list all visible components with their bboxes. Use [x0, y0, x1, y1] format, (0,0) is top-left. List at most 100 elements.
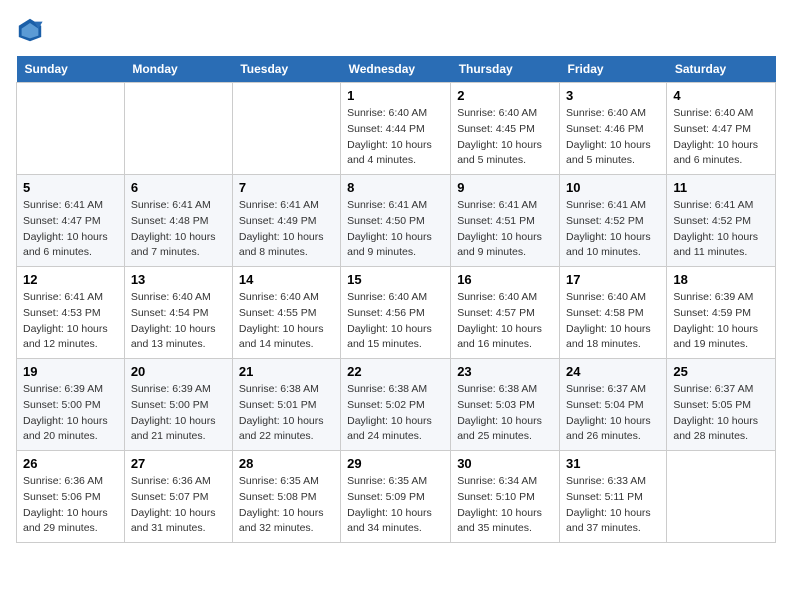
day-number: 2 [457, 88, 553, 103]
day-number: 16 [457, 272, 553, 287]
weekday-header: Friday [560, 56, 667, 83]
calendar-week-row: 26 Sunrise: 6:36 AM Sunset: 5:06 PM Dayli… [17, 451, 776, 543]
day-number: 20 [131, 364, 226, 379]
calendar-cell: 15 Sunrise: 6:40 AM Sunset: 4:56 PM Dayli… [341, 267, 451, 359]
day-info: Sunrise: 6:39 AM Sunset: 5:00 PM Dayligh… [131, 382, 226, 445]
day-number: 22 [347, 364, 444, 379]
day-number: 13 [131, 272, 226, 287]
weekday-header: Tuesday [232, 56, 340, 83]
day-number: 31 [566, 456, 660, 471]
calendar-cell: 6 Sunrise: 6:41 AM Sunset: 4:48 PM Daylig… [124, 175, 232, 267]
day-number: 9 [457, 180, 553, 195]
day-number: 12 [23, 272, 118, 287]
day-info: Sunrise: 6:41 AM Sunset: 4:51 PM Dayligh… [457, 198, 553, 261]
calendar-cell: 23 Sunrise: 6:38 AM Sunset: 5:03 PM Dayli… [451, 359, 560, 451]
day-number: 19 [23, 364, 118, 379]
day-info: Sunrise: 6:41 AM Sunset: 4:53 PM Dayligh… [23, 290, 118, 353]
day-info: Sunrise: 6:35 AM Sunset: 5:09 PM Dayligh… [347, 474, 444, 537]
day-number: 5 [23, 180, 118, 195]
day-info: Sunrise: 6:36 AM Sunset: 5:06 PM Dayligh… [23, 474, 118, 537]
calendar-cell: 1Sunrise: 6:40 AM Sunset: 4:44 PM Daylig… [341, 83, 451, 175]
calendar-cell: 8 Sunrise: 6:41 AM Sunset: 4:50 PM Daylig… [341, 175, 451, 267]
weekday-header: Thursday [451, 56, 560, 83]
calendar-cell [17, 83, 125, 175]
day-number: 7 [239, 180, 334, 195]
day-number: 17 [566, 272, 660, 287]
calendar-cell: 18 Sunrise: 6:39 AM Sunset: 4:59 PM Dayli… [667, 267, 776, 359]
calendar-cell: 31Sunrise: 6:33 AM Sunset: 5:11 PM Dayli… [560, 451, 667, 543]
calendar-cell: 5Sunrise: 6:41 AM Sunset: 4:47 PM Daylig… [17, 175, 125, 267]
calendar-week-row: 12 Sunrise: 6:41 AM Sunset: 4:53 PM Dayli… [17, 267, 776, 359]
day-number: 6 [131, 180, 226, 195]
day-number: 30 [457, 456, 553, 471]
day-number: 25 [673, 364, 769, 379]
calendar-cell: 24Sunrise: 6:37 AM Sunset: 5:04 PM Dayli… [560, 359, 667, 451]
weekday-header-row: SundayMondayTuesdayWednesdayThursdayFrid… [17, 56, 776, 83]
calendar-week-row: 19 Sunrise: 6:39 AM Sunset: 5:00 PM Dayli… [17, 359, 776, 451]
calendar-cell: 11 Sunrise: 6:41 AM Sunset: 4:52 PM Dayli… [667, 175, 776, 267]
day-number: 28 [239, 456, 334, 471]
weekday-header: Monday [124, 56, 232, 83]
day-info: Sunrise: 6:37 AM Sunset: 5:04 PM Dayligh… [566, 382, 660, 445]
calendar-cell: 17Sunrise: 6:40 AM Sunset: 4:58 PM Dayli… [560, 267, 667, 359]
calendar-table: SundayMondayTuesdayWednesdayThursdayFrid… [16, 56, 776, 543]
day-info: Sunrise: 6:40 AM Sunset: 4:55 PM Dayligh… [239, 290, 334, 353]
day-info: Sunrise: 6:41 AM Sunset: 4:50 PM Dayligh… [347, 198, 444, 261]
calendar-cell: 22 Sunrise: 6:38 AM Sunset: 5:02 PM Dayli… [341, 359, 451, 451]
day-info: Sunrise: 6:40 AM Sunset: 4:54 PM Dayligh… [131, 290, 226, 353]
calendar-cell: 7 Sunrise: 6:41 AM Sunset: 4:49 PM Daylig… [232, 175, 340, 267]
day-info: Sunrise: 6:38 AM Sunset: 5:03 PM Dayligh… [457, 382, 553, 445]
day-number: 23 [457, 364, 553, 379]
calendar-cell [124, 83, 232, 175]
day-number: 10 [566, 180, 660, 195]
calendar-cell: 26 Sunrise: 6:36 AM Sunset: 5:06 PM Dayli… [17, 451, 125, 543]
day-info: Sunrise: 6:34 AM Sunset: 5:10 PM Dayligh… [457, 474, 553, 537]
day-info: Sunrise: 6:41 AM Sunset: 4:49 PM Dayligh… [239, 198, 334, 261]
day-info: Sunrise: 6:41 AM Sunset: 4:48 PM Dayligh… [131, 198, 226, 261]
day-number: 15 [347, 272, 444, 287]
day-number: 8 [347, 180, 444, 195]
day-number: 26 [23, 456, 118, 471]
day-info: Sunrise: 6:35 AM Sunset: 5:08 PM Dayligh… [239, 474, 334, 537]
day-number: 29 [347, 456, 444, 471]
day-info: Sunrise: 6:40 AM Sunset: 4:44 PM Dayligh… [347, 106, 444, 169]
day-number: 18 [673, 272, 769, 287]
day-info: Sunrise: 6:37 AM Sunset: 5:05 PM Dayligh… [673, 382, 769, 445]
day-number: 21 [239, 364, 334, 379]
day-info: Sunrise: 6:40 AM Sunset: 4:47 PM Dayligh… [673, 106, 769, 169]
day-info: Sunrise: 6:40 AM Sunset: 4:45 PM Dayligh… [457, 106, 553, 169]
day-info: Sunrise: 6:36 AM Sunset: 5:07 PM Dayligh… [131, 474, 226, 537]
day-info: Sunrise: 6:39 AM Sunset: 4:59 PM Dayligh… [673, 290, 769, 353]
calendar-week-row: 5Sunrise: 6:41 AM Sunset: 4:47 PM Daylig… [17, 175, 776, 267]
day-info: Sunrise: 6:40 AM Sunset: 4:57 PM Dayligh… [457, 290, 553, 353]
day-number: 3 [566, 88, 660, 103]
calendar-cell: 10 Sunrise: 6:41 AM Sunset: 4:52 PM Dayli… [560, 175, 667, 267]
calendar-cell: 13 Sunrise: 6:40 AM Sunset: 4:54 PM Dayli… [124, 267, 232, 359]
calendar-cell: 25 Sunrise: 6:37 AM Sunset: 5:05 PM Dayli… [667, 359, 776, 451]
logo [16, 16, 48, 44]
calendar-cell: 28 Sunrise: 6:35 AM Sunset: 5:08 PM Dayli… [232, 451, 340, 543]
calendar-cell: 4Sunrise: 6:40 AM Sunset: 4:47 PM Daylig… [667, 83, 776, 175]
day-info: Sunrise: 6:41 AM Sunset: 4:52 PM Dayligh… [673, 198, 769, 261]
page-header [16, 16, 776, 44]
day-info: Sunrise: 6:40 AM Sunset: 4:56 PM Dayligh… [347, 290, 444, 353]
calendar-cell: 19Sunrise: 6:39 AM Sunset: 5:00 PM Dayli… [17, 359, 125, 451]
day-number: 11 [673, 180, 769, 195]
calendar-week-row: 1Sunrise: 6:40 AM Sunset: 4:44 PM Daylig… [17, 83, 776, 175]
weekday-header: Sunday [17, 56, 125, 83]
logo-icon [16, 16, 44, 44]
calendar-cell: 27Sunrise: 6:36 AM Sunset: 5:07 PM Dayli… [124, 451, 232, 543]
calendar-cell [667, 451, 776, 543]
calendar-cell: 30 Sunrise: 6:34 AM Sunset: 5:10 PM Dayli… [451, 451, 560, 543]
calendar-cell: 21 Sunrise: 6:38 AM Sunset: 5:01 PM Dayli… [232, 359, 340, 451]
calendar-cell: 12 Sunrise: 6:41 AM Sunset: 4:53 PM Dayli… [17, 267, 125, 359]
weekday-header: Saturday [667, 56, 776, 83]
day-number: 14 [239, 272, 334, 287]
day-info: Sunrise: 6:38 AM Sunset: 5:02 PM Dayligh… [347, 382, 444, 445]
calendar-cell: 16 Sunrise: 6:40 AM Sunset: 4:57 PM Dayli… [451, 267, 560, 359]
calendar-cell [232, 83, 340, 175]
day-info: Sunrise: 6:41 AM Sunset: 4:52 PM Dayligh… [566, 198, 660, 261]
calendar-cell: 3Sunrise: 6:40 AM Sunset: 4:46 PM Daylig… [560, 83, 667, 175]
calendar-cell: 29 Sunrise: 6:35 AM Sunset: 5:09 PM Dayli… [341, 451, 451, 543]
day-info: Sunrise: 6:38 AM Sunset: 5:01 PM Dayligh… [239, 382, 334, 445]
